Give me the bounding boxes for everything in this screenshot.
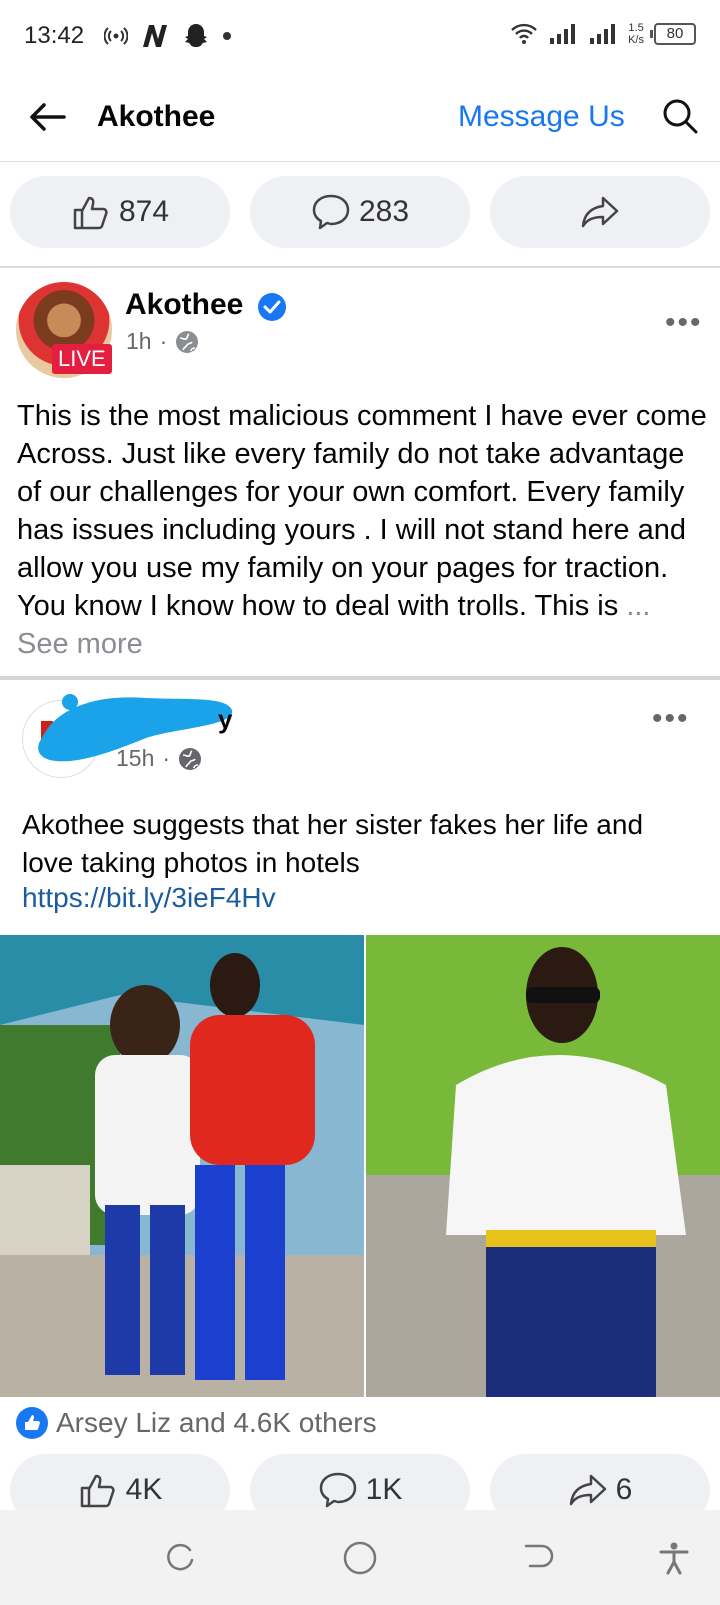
like-count: 4K bbox=[125, 1473, 163, 1506]
system-nav-bar bbox=[0, 1510, 720, 1605]
comment-button[interactable]: 1K bbox=[250, 1454, 470, 1510]
back-nav-icon[interactable] bbox=[520, 1540, 556, 1576]
reactions-summary[interactable]: Arsey Liz and 4.6K others bbox=[16, 1407, 377, 1439]
wifi-icon bbox=[511, 23, 537, 44]
verified-badge-icon bbox=[258, 293, 286, 321]
signal-icon bbox=[590, 24, 616, 44]
reactions-text: Arsey Liz and 4.6K others bbox=[56, 1407, 377, 1438]
post-text: Akothee suggests that her sister fakes h… bbox=[22, 809, 644, 878]
like-button[interactable]: 4K bbox=[10, 1454, 230, 1510]
hotspot-icon bbox=[104, 27, 128, 45]
page-title: Akothee bbox=[97, 100, 216, 133]
like-reaction-icon bbox=[16, 1407, 48, 1439]
home-icon[interactable] bbox=[342, 1540, 378, 1576]
thumbs-up-icon bbox=[73, 196, 108, 230]
thumbs-up-icon bbox=[80, 1474, 115, 1508]
like-count: 874 bbox=[118, 195, 170, 228]
share-icon bbox=[581, 196, 619, 228]
post-author-name[interactable]: Akothee bbox=[125, 288, 243, 322]
post-photo-left[interactable] bbox=[0, 935, 364, 1397]
share-icon bbox=[569, 1474, 606, 1506]
post-link[interactable]: https://bit.ly/3ieF4Hv bbox=[22, 882, 276, 914]
comment-count: 283 bbox=[358, 195, 410, 228]
post-divider bbox=[0, 676, 720, 680]
comment-button[interactable]: 283 bbox=[250, 176, 470, 248]
dot-icon bbox=[223, 32, 231, 40]
page-header: Akothee Message Us bbox=[0, 72, 720, 162]
more-options-icon[interactable]: ••• bbox=[652, 702, 690, 736]
back-arrow-icon[interactable] bbox=[26, 96, 68, 138]
live-badge: LIVE bbox=[52, 344, 112, 374]
net-speed: 1.5 K/s bbox=[628, 22, 644, 46]
post-time[interactable]: 15h bbox=[116, 745, 154, 772]
comment-icon bbox=[319, 1472, 356, 1508]
divider bbox=[0, 266, 720, 268]
status-right-icons: 1.5 K/s 80 bbox=[510, 22, 696, 46]
share-button[interactable] bbox=[490, 176, 710, 248]
meta-separator: · bbox=[159, 328, 168, 354]
meta-separator: · bbox=[162, 745, 171, 771]
search-icon[interactable] bbox=[660, 96, 700, 136]
post-author-name[interactable]: y bbox=[218, 704, 232, 735]
net-speed-unit: K/s bbox=[628, 34, 644, 46]
status-left-icons bbox=[104, 22, 232, 50]
post-action-bar: 4K 1K 6 bbox=[10, 1454, 710, 1510]
like-button[interactable]: 874 bbox=[10, 176, 230, 248]
signal-icon bbox=[550, 24, 576, 44]
comment-icon bbox=[312, 194, 350, 230]
photo-right-illustration bbox=[366, 935, 720, 1397]
more-options-icon[interactable]: ••• bbox=[665, 306, 703, 340]
post-body: This is the most malicious comment I hav… bbox=[17, 397, 707, 663]
globe-icon bbox=[179, 747, 202, 770]
share-count: 6 bbox=[615, 1473, 633, 1506]
snapchat-icon bbox=[185, 24, 207, 47]
recent-apps-icon[interactable] bbox=[162, 1540, 198, 1576]
status-time: 13:42 bbox=[24, 22, 85, 49]
accessibility-icon[interactable] bbox=[656, 1540, 692, 1576]
photo-left-illustration bbox=[0, 935, 364, 1397]
post-meta: 1h · bbox=[126, 328, 199, 355]
share-button[interactable]: 6 bbox=[490, 1454, 710, 1510]
post-meta: 15h · bbox=[116, 745, 202, 772]
net-speed-value: 1.5 bbox=[628, 22, 644, 34]
post-photo-right[interactable] bbox=[366, 935, 720, 1397]
comment-count: 1K bbox=[365, 1473, 403, 1506]
message-us-button[interactable]: Message Us bbox=[458, 100, 625, 134]
post-text: This is the most malicious comment I hav… bbox=[17, 400, 707, 622]
battery-indicator: 80 bbox=[650, 23, 696, 45]
top-action-bar: 874 283 bbox=[10, 176, 710, 248]
globe-icon bbox=[176, 330, 199, 353]
status-bar: 13:42 1.5 K/s 80 bbox=[0, 0, 720, 72]
n-app-icon bbox=[143, 25, 167, 47]
post-time[interactable]: 1h bbox=[126, 328, 152, 355]
